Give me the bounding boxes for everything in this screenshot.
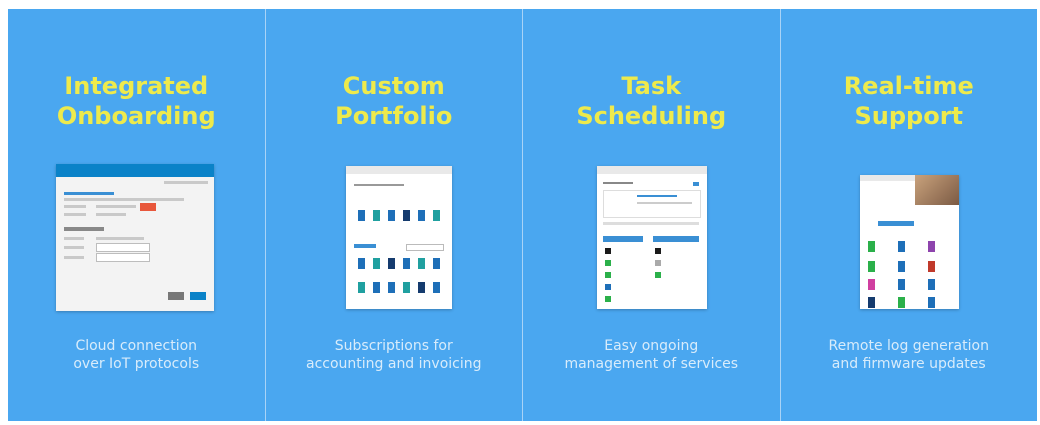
support-screenshot	[859, 175, 959, 309]
support-photo	[914, 175, 959, 205]
feature-description: Remote log generation and firmware updat…	[828, 338, 989, 372]
feature-title: Custom Portfolio	[335, 72, 453, 130]
feature-task-scheduling: Task Scheduling Easy ongoing management …	[523, 9, 781, 421]
feature-custom-portfolio: Custom Portfolio Subscriptions for accou…	[266, 9, 523, 421]
feature-description: Subscriptions for accounting and invoici…	[305, 338, 482, 372]
feature-integrated-onboarding: Integrated Onboarding Cloud connection o…	[8, 9, 266, 421]
feature-title: Task Scheduling	[576, 72, 727, 130]
portfolio-screenshot	[345, 166, 452, 309]
scheduling-screenshot	[597, 166, 707, 309]
feature-title: Integrated Onboarding	[56, 72, 216, 130]
feature-real-time-support: Real-time Support Remote log generation …	[781, 9, 1038, 421]
feature-description: Easy ongoing management of services	[564, 338, 739, 372]
feature-title: Real-time Support	[843, 72, 974, 130]
feature-description: Cloud connection over IoT protocols	[73, 338, 200, 372]
onboarding-screenshot	[56, 164, 214, 311]
features-banner: Integrated Onboarding Cloud connection o…	[8, 9, 1037, 421]
